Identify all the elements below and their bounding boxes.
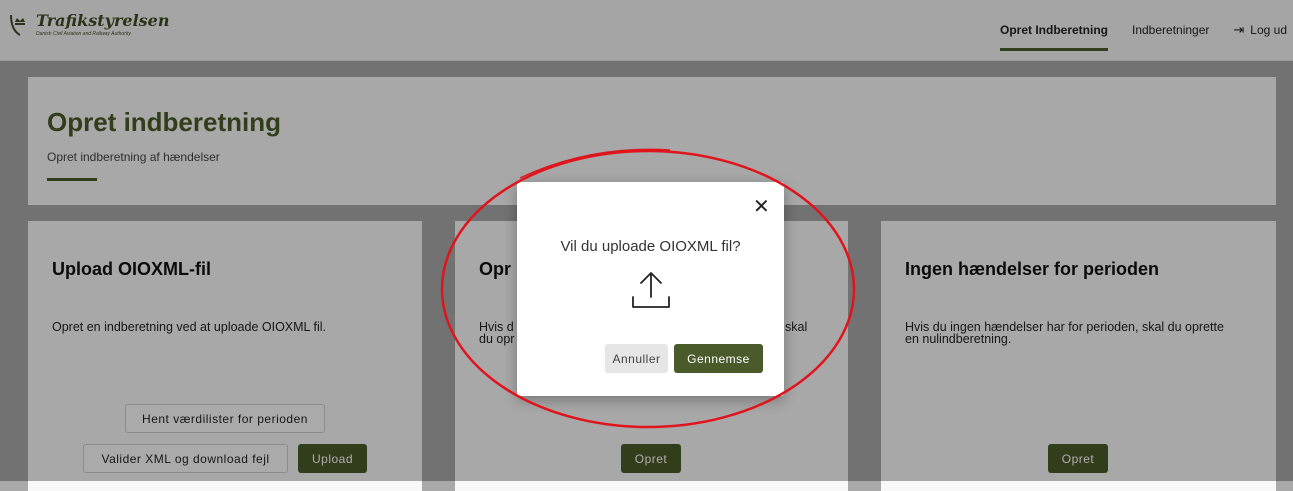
upload-confirm-dialog: ✕ Vil du uploade OIOXML fil? Annuller Ge… — [517, 182, 784, 396]
gennemse-button[interactable]: Gennemse — [674, 344, 763, 373]
close-icon[interactable]: ✕ — [753, 197, 770, 217]
upload-icon — [630, 269, 672, 313]
dialog-title: Vil du uploade OIOXML fil? — [560, 238, 741, 255]
annuller-button[interactable]: Annuller — [605, 344, 668, 373]
